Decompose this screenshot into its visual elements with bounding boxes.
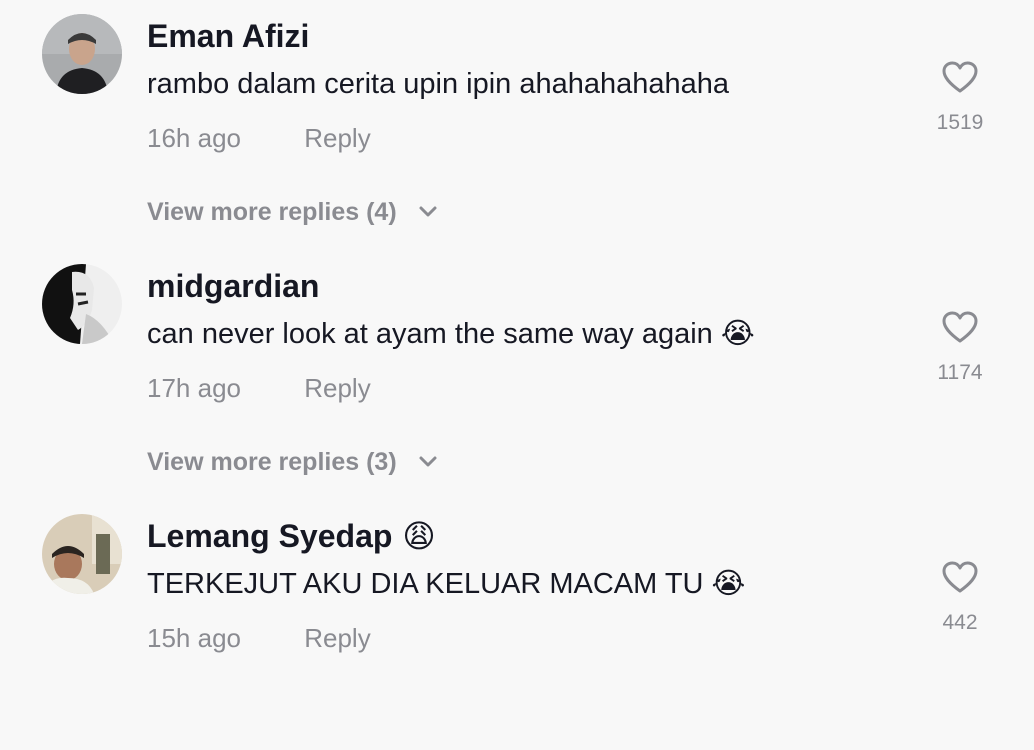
avatar-image: [42, 14, 122, 94]
username-text: Eman Afizi: [147, 18, 310, 54]
chevron-down-icon: [418, 193, 438, 229]
comment-text-content: rambo dalam cerita upin ipin ahahahahaha…: [147, 68, 730, 100]
like-control: 442: [926, 560, 994, 637]
comment-timestamp: 15h ago: [147, 623, 241, 653]
username-text: midgardian: [147, 268, 320, 304]
like-count: 1174: [937, 361, 983, 384]
heart-outline-icon[interactable]: [926, 60, 994, 99]
heart-outline-icon[interactable]: [926, 560, 994, 599]
view-more-replies-button[interactable]: View more replies (3): [147, 444, 438, 481]
avatar-image: [42, 264, 122, 344]
comment-meta: 16h ago Reply: [147, 120, 371, 156]
comment-item: midgardian can never look at ayam the sa…: [0, 250, 1034, 500]
view-more-replies-label: View more replies (4): [147, 198, 397, 226]
reply-button[interactable]: Reply: [304, 120, 370, 156]
like-control: 1174: [926, 310, 994, 387]
comment-username[interactable]: Eman Afizi: [147, 14, 309, 58]
comment-username[interactable]: midgardian: [147, 264, 319, 308]
weary-face-emoji: 😩: [402, 518, 436, 554]
comment-item: Eman Afizi rambo dalam cerita upin ipin …: [0, 0, 1034, 250]
like-control: 1519: [926, 60, 994, 137]
comment-text: can never look at ayam the same way agai…: [147, 314, 755, 354]
comment-meta: 17h ago Reply: [147, 370, 371, 406]
crying-face-emoji: 😭: [711, 568, 746, 600]
avatar[interactable]: [42, 264, 122, 344]
comment-text: TERKEJUT AKU DIA KELUAR MACAM TU 😭: [147, 564, 745, 604]
comment-timestamp: 16h ago: [147, 123, 241, 153]
comment-text: rambo dalam cerita upin ipin ahahahahaha…: [147, 64, 729, 104]
like-count: 1519: [936, 111, 984, 134]
username-text: Lemang Syedap: [147, 518, 393, 554]
like-count: 442: [942, 611, 978, 634]
comment-text-content: TERKEJUT AKU DIA KELUAR MACAM TU: [147, 568, 704, 600]
avatar-image: [42, 514, 122, 594]
view-more-replies-button[interactable]: View more replies (4): [147, 194, 438, 231]
heart-outline-icon[interactable]: [926, 310, 994, 349]
chevron-down-icon: [418, 443, 438, 479]
crying-face-emoji: 😭: [720, 318, 755, 350]
comment-timestamp: 17h ago: [147, 373, 241, 403]
avatar[interactable]: [42, 514, 122, 594]
reply-button[interactable]: Reply: [304, 370, 370, 406]
comment-item: Lemang Syedap 😩 TERKEJUT AKU DIA KELUAR M…: [0, 500, 1034, 750]
reply-button[interactable]: Reply: [304, 620, 370, 656]
comment-text-content: can never look at ayam the same way agai…: [147, 318, 713, 350]
avatar[interactable]: [42, 14, 122, 94]
comment-username[interactable]: Lemang Syedap 😩: [147, 514, 436, 558]
comment-meta: 15h ago Reply: [147, 620, 371, 656]
view-more-replies-label: View more replies (3): [147, 448, 397, 476]
